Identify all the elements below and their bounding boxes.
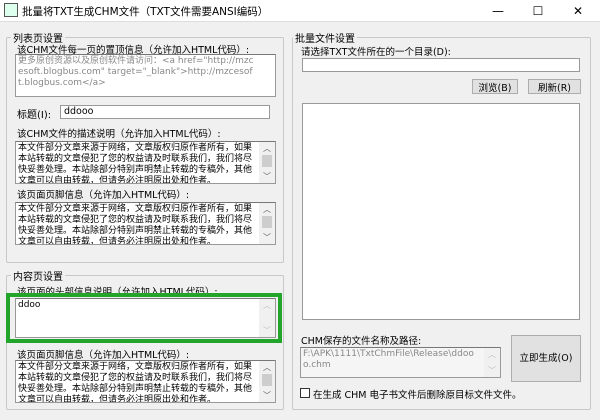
description-textarea[interactable]: 本文件部分文章来源于网络，文章版权归原作者所有，如果本站转载的文章侵犯了您的权益… bbox=[15, 141, 276, 184]
scroll-up-icon[interactable]: ︿ bbox=[259, 300, 275, 311]
scroll-up-icon[interactable]: ︿ bbox=[259, 204, 275, 215]
browse-button[interactable]: 浏览(B) bbox=[472, 79, 518, 94]
scroll-up-icon[interactable]: ︿ bbox=[259, 362, 275, 373]
top-info-textarea[interactable]: 更多原创资源以及原创软件请访问：<a href="http://mzcesoft… bbox=[15, 54, 276, 97]
scrollbar[interactable]: ︿ ﹀ bbox=[259, 142, 275, 183]
maximize-button[interactable]: ☐ bbox=[518, 0, 558, 22]
scroll-up-icon[interactable]: ︿ bbox=[259, 143, 275, 154]
scroll-down-icon[interactable]: ﹀ bbox=[259, 232, 275, 243]
save-path-textarea[interactable]: F:\APK\1111\TxtChmFile\Release\ddooo.chm… bbox=[300, 347, 501, 378]
content-footer-label: 该页面页脚信息（允许加入HTML代码）: bbox=[17, 350, 190, 361]
scroll-down-icon[interactable]: ﹀ bbox=[259, 171, 275, 182]
scroll-down-icon[interactable]: ﹀ bbox=[259, 390, 275, 401]
generate-button[interactable]: 立即生成(O) bbox=[511, 335, 581, 382]
delete-source-checkbox[interactable] bbox=[300, 388, 310, 398]
scrollbar[interactable]: ︿ ﹀ bbox=[259, 299, 275, 337]
list-footer-textarea[interactable]: 本文件部分文章来源于网络，文章版权归原作者所有，如果本站转载的文章侵犯了您的权益… bbox=[15, 202, 276, 245]
refresh-button[interactable]: 刷新(R) bbox=[528, 79, 581, 94]
scrollbar[interactable]: ︿ ﹀ bbox=[484, 348, 500, 377]
content-page-group-title: 内容页设置 bbox=[11, 268, 65, 283]
scroll-down-icon[interactable]: ﹀ bbox=[484, 365, 500, 376]
list-footer-label: 该页面页脚信息（允许加入HTML代码）: bbox=[17, 190, 190, 201]
header-info-text: ddoo bbox=[18, 300, 41, 310]
scroll-down-icon[interactable]: ﹀ bbox=[259, 325, 275, 336]
delete-source-label[interactable]: 在生成 CHM 电子书文件后删除原目标文件文件。 bbox=[313, 387, 522, 401]
content-footer-textarea[interactable]: 本文件部分文章来源于网络，文章版权归原作者所有，如果本站转载的文章侵犯了您的权益… bbox=[15, 360, 276, 403]
content-footer-text: 本文件部分文章来源于网络，文章版权归原作者所有，如果本站转载的文章侵犯了您的权益… bbox=[18, 362, 253, 403]
batch-file-group-title: 批量文件设置 bbox=[293, 30, 357, 45]
file-list[interactable] bbox=[302, 103, 580, 320]
list-footer-text: 本文件部分文章来源于网络，文章版权归原作者所有，如果本站转载的文章侵犯了您的权益… bbox=[18, 204, 253, 245]
minimize-button[interactable]: — bbox=[478, 0, 518, 22]
top-info-text: 更多原创资源以及原创软件请访问：<a href="http://mzcesoft… bbox=[18, 56, 254, 88]
description-label: 该CHM文件的描述说明（允许加入HTML代码）: bbox=[17, 129, 221, 140]
scrollbar[interactable]: ︿ ﹀ bbox=[259, 203, 275, 244]
title-label: 标题(I): bbox=[17, 110, 52, 121]
scrollbar[interactable]: ︿ ﹀ bbox=[259, 361, 275, 402]
header-info-textarea[interactable]: ddoo ︿ ﹀ bbox=[15, 298, 276, 338]
directory-input[interactable] bbox=[302, 58, 580, 72]
scroll-up-icon[interactable]: ︿ bbox=[484, 349, 500, 360]
window-title: 批量将TXT生成CHM文件（TXT文件需要ANSI编码） bbox=[22, 6, 269, 18]
save-path-label: CHM保存的文件名称及路径: bbox=[301, 336, 422, 347]
close-button[interactable]: ✕ bbox=[558, 0, 598, 22]
directory-label: 请选择TXT文件所在的一个目录(D): bbox=[301, 47, 451, 58]
save-path-text: F:\APK\1111\TxtChmFile\Release\ddooo.chm bbox=[303, 349, 474, 370]
title-bar: 批量将TXT生成CHM文件（TXT文件需要ANSI编码） — ☐ ✕ bbox=[0, 0, 600, 22]
description-text: 本文件部分文章来源于网络，文章版权归原作者所有，如果本站转载的文章侵犯了您的权益… bbox=[18, 143, 253, 184]
title-input[interactable]: ddooo bbox=[60, 105, 270, 119]
app-icon bbox=[4, 3, 18, 17]
